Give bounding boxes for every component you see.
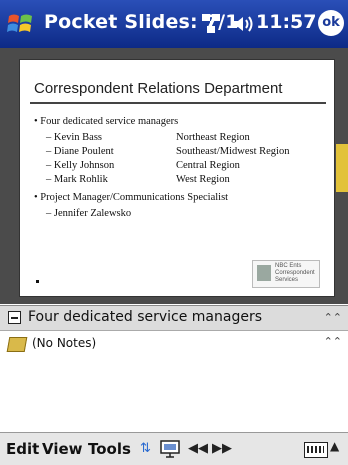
slide-subbullet-region: Northeast Region	[176, 132, 250, 143]
previous-slide-icon[interactable]: ◀◀	[188, 441, 208, 456]
slide-bullet: • Four dedicated service managers	[34, 116, 179, 127]
volume-icon[interactable]	[232, 14, 254, 34]
company-logo: NBC Ents Correspondent Services	[252, 260, 320, 288]
windows-start-icon[interactable]	[6, 8, 36, 38]
menu-bar: Edit View Tools ⇅ ◀◀ ▶▶ ▲	[0, 432, 348, 465]
slide-subbullet-name: – Mark Rohlik	[46, 174, 108, 185]
slide-bullet: • Project Manager/Communications Special…	[34, 192, 229, 203]
next-slide-icon[interactable]: ▶▶	[212, 441, 232, 456]
outline-toggle-icon[interactable]: ⇅	[140, 441, 151, 456]
ok-button[interactable]: ok	[318, 10, 344, 36]
double-chevron-icon[interactable]: ⌃⌃	[324, 311, 342, 324]
input-panel-arrow-icon[interactable]: ▲	[330, 439, 339, 453]
outline-current-item[interactable]: Four dedicated service managers	[28, 309, 262, 325]
logo-mark-icon	[257, 265, 271, 281]
notes-pane[interactable]: (No Notes) ⌃⌃	[0, 331, 348, 431]
menu-tools[interactable]: Tools	[88, 440, 131, 458]
slide[interactable]: Correspondent Relations Department • Fou…	[20, 60, 334, 296]
network-icon[interactable]	[200, 12, 222, 36]
keyboard-icon[interactable]	[304, 442, 328, 458]
collapse-icon[interactable]	[8, 311, 21, 324]
title-bar: Pocket Slides: 7/1 11:57 ok	[0, 0, 348, 48]
slideshow-icon[interactable]	[160, 440, 180, 458]
slide-edge-accent	[336, 144, 348, 192]
logo-text: NBC Ents Correspondent Services	[275, 263, 315, 283]
slide-subbullet-name: – Jennifer Zalewsko	[46, 208, 132, 219]
slide-viewer[interactable]: Correspondent Relations Department • Fou…	[0, 48, 348, 304]
slide-subbullet-region: Southeast/Midwest Region	[176, 146, 290, 157]
slide-subbullet-name: – Kevin Bass	[46, 132, 102, 143]
notes-text: (No Notes)	[32, 336, 97, 350]
slide-title: Correspondent Relations Department	[34, 80, 283, 97]
double-chevron-icon[interactable]: ⌃⌃	[324, 335, 342, 348]
outline-bar[interactable]: Four dedicated service managers ⌃⌃	[0, 305, 348, 331]
slide-divider	[30, 102, 326, 104]
slide-subbullet-name: – Diane Poulent	[46, 146, 114, 157]
menu-view[interactable]: View	[42, 440, 83, 458]
slide-subbullet-region: Central Region	[176, 160, 240, 171]
menu-edit[interactable]: Edit	[6, 440, 39, 458]
slide-dot	[36, 280, 39, 283]
slide-subbullet-name: – Kelly Johnson	[46, 160, 115, 171]
notes-icon	[6, 337, 28, 352]
slide-subbullet-region: West Region	[176, 174, 230, 185]
clock[interactable]: 11:57	[256, 11, 316, 33]
